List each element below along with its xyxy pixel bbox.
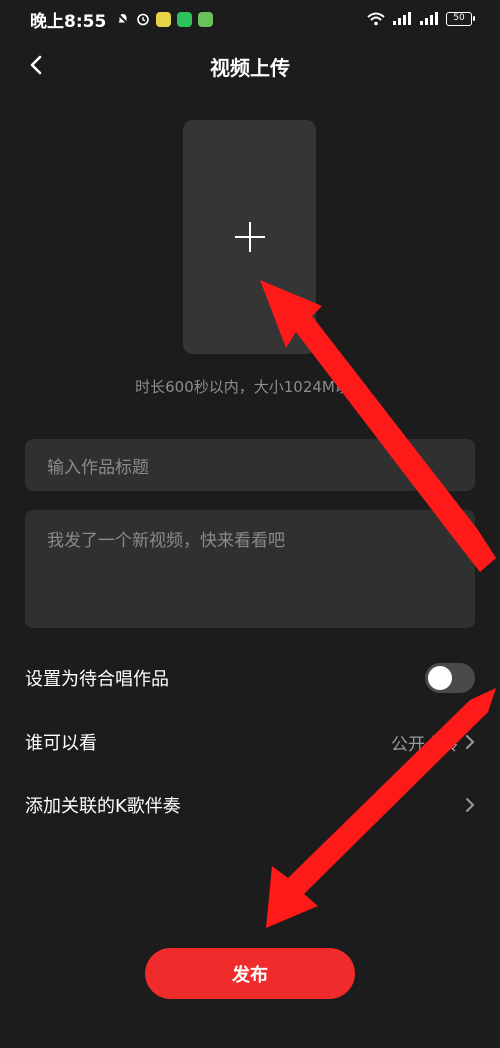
publish-button[interactable]: 发布 (145, 948, 355, 999)
status-time: 晚上8:55 (30, 11, 107, 32)
signal-icon (420, 12, 438, 25)
upload-hint: 时长600秒以内，大小1024M以内 (135, 378, 365, 396)
chorus-toggle-wrap (425, 663, 475, 693)
plus-icon (234, 222, 265, 252)
app-notification-icon (156, 11, 172, 27)
battery-icon: 50 (446, 12, 475, 26)
app-notification-icon (198, 11, 214, 27)
accompaniment-row[interactable]: 添加关联的K歌伴奏 (25, 785, 475, 825)
chevron-right-icon (466, 798, 475, 812)
visibility-label: 谁可以看 (25, 733, 97, 754)
title-placeholder: 输入作品标题 (47, 457, 149, 478)
signal-icon (393, 12, 411, 25)
toggle-knob (428, 666, 452, 690)
video-upload-button[interactable] (183, 120, 316, 354)
status-left: 晚上8:55 (30, 7, 214, 32)
accompaniment-right (465, 797, 475, 813)
chorus-setting-row: 设置为待合唱作品 (25, 658, 475, 698)
title-input[interactable]: 输入作品标题 (25, 439, 475, 491)
status-right: 50 (367, 12, 475, 26)
wechat-icon (177, 11, 193, 27)
chevron-right-icon (466, 735, 475, 749)
visibility-right: 公开上传 (391, 730, 475, 755)
alarm-icon (137, 13, 150, 26)
accompaniment-label: 添加关联的K歌伴奏 (25, 796, 181, 817)
header: 视频上传 (0, 40, 500, 90)
chorus-toggle[interactable] (425, 663, 475, 693)
visibility-value: 公开上传 (391, 734, 459, 755)
description-placeholder: 我发了一个新视频，快来看看吧 (47, 531, 285, 551)
status-bar: 晚上8:55 50 (0, 0, 500, 38)
visibility-row[interactable]: 谁可以看 公开上传 (25, 722, 475, 762)
bell-mute-icon (117, 13, 130, 25)
wifi-icon (367, 12, 385, 26)
description-input[interactable]: 我发了一个新视频，快来看看吧 (25, 510, 475, 628)
page-title: 视频上传 (210, 56, 290, 80)
chorus-label: 设置为待合唱作品 (25, 669, 169, 690)
